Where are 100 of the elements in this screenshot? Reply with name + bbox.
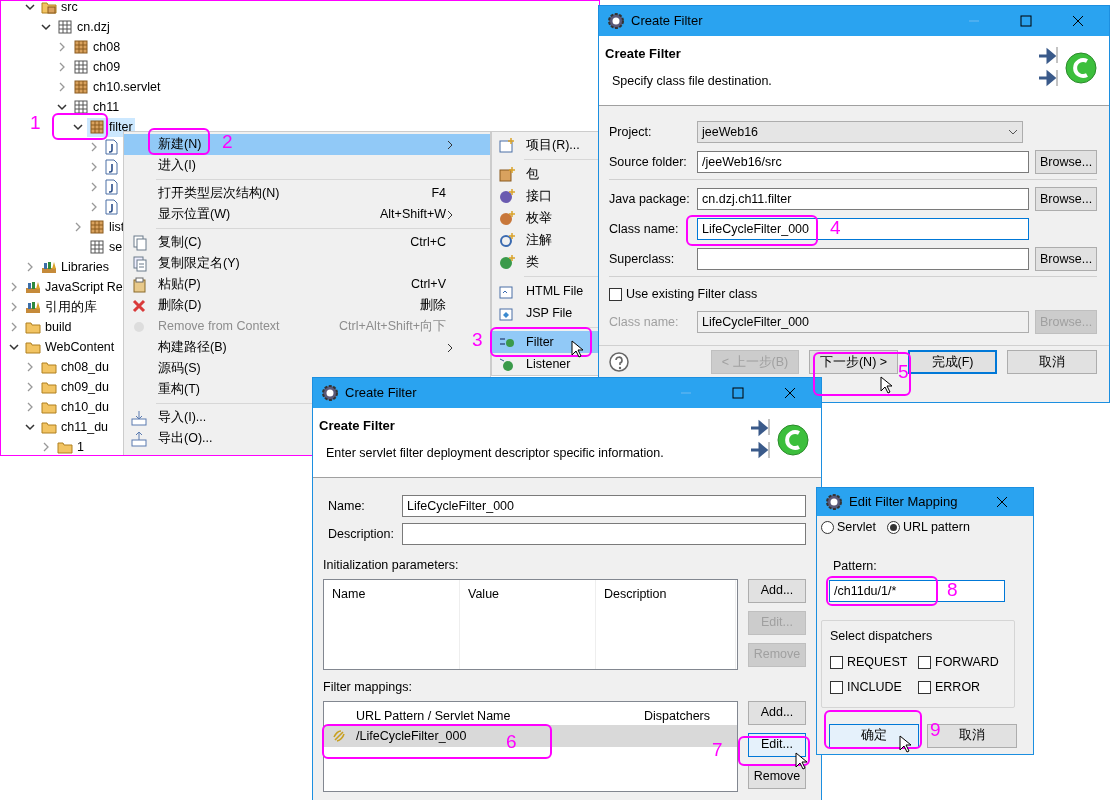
expand-chevron-icon[interactable] [89,162,99,172]
column-header: Description [604,586,667,601]
expand-chevron-icon[interactable] [9,322,19,332]
menu-item[interactable]: 复制限定名(Y) [124,253,466,274]
expand-chevron-icon[interactable] [25,262,35,272]
tree-item[interactable]: ch10.servlet [71,77,163,97]
dropdown-field[interactable]: jeeWeb16 [697,121,1023,143]
menu-item[interactable]: Listener [492,353,599,375]
collapse-chevron-icon[interactable] [41,22,51,32]
dialog-button[interactable]: Browse... [1035,150,1097,174]
menu-item[interactable]: 接口 [492,185,599,207]
tree-item[interactable]: WebContent [23,337,117,357]
menu-item[interactable]: JSP File [492,302,599,324]
column-header: Name [332,586,366,601]
tree-item[interactable]: ch08 [71,37,123,57]
menu-item[interactable]: 源码(S) [124,358,466,379]
menu-item[interactable]: 注解 [492,229,599,251]
tree-item[interactable]: ch09 [71,57,123,77]
expand-chevron-icon[interactable] [57,62,67,72]
java-file-icon[interactable] [103,159,119,175]
menu-item[interactable]: 构建路径(B) [124,337,466,358]
tree-item[interactable]: ch11_du [39,417,111,437]
dialog-button[interactable]: 下一步(N) > [809,350,898,374]
menu-item[interactable]: 复制(C) Ctrl+C [124,232,466,253]
dialog-button[interactable]: Add... [748,700,806,725]
java-file-icon[interactable] [103,199,119,215]
menu-item[interactable]: 显示位置(W) Alt+Shift+W [124,204,466,225]
column-header: Value [468,586,500,601]
expand-chevron-icon[interactable] [25,382,35,392]
radio-label: URL pattern [902,519,970,536]
dialog-button[interactable]: Browse... [1035,187,1097,211]
gear-icon [321,384,339,402]
expand-chevron-icon[interactable] [73,222,83,232]
menu-item[interactable]: 打开类型层次结构(N) F4 [124,183,466,204]
menu-item[interactable]: 项目(R)... [492,134,599,156]
checkbox[interactable] [830,680,843,694]
expand-chevron-icon[interactable] [41,442,51,452]
tree-item[interactable]: 1 [55,437,86,455]
dialog-button[interactable]: 完成(F) [908,350,997,374]
menu-item[interactable]: HTML File [492,280,599,302]
menu-item[interactable]: 类 [492,251,599,273]
tree-item[interactable]: build [23,317,74,337]
expand-chevron-icon[interactable] [89,182,99,192]
menu-item[interactable]: 删除(D) 删除 [124,295,466,316]
tree-item[interactable]: Libraries [39,257,111,277]
checkbox[interactable] [918,656,931,670]
radio-button[interactable] [821,520,834,534]
dialog-button[interactable]: Add... [748,578,806,603]
tree-item[interactable]: ch08_du [39,357,111,377]
menu-item[interactable]: 粘贴(P) Ctrl+V [124,274,466,295]
tree-item[interactable]: 引用的库 [23,297,99,317]
text-field[interactable]: LifeCycleFilter_000 [402,495,806,517]
help-icon[interactable] [609,352,629,372]
collapse-chevron-icon[interactable] [25,422,35,432]
text-field[interactable] [697,248,1029,270]
menu-item[interactable]: 进入(I) [124,155,466,176]
collapse-chevron-icon[interactable] [73,122,83,132]
table-cell-text: /LifeCycleFilter_000 [356,727,467,745]
tree-item[interactable]: list [87,217,127,237]
expand-chevron-icon[interactable] [25,402,35,412]
expand-chevron-icon[interactable] [9,282,19,292]
form-label: Project: [609,123,653,141]
expand-chevron-icon[interactable] [57,42,67,52]
tree-item[interactable]: ch11 [71,97,122,117]
tree-item[interactable]: cn.dzj [55,17,112,37]
tree-item[interactable]: src [39,1,80,17]
expand-chevron-icon[interactable] [57,82,67,92]
java-file-icon[interactable] [103,139,119,155]
dialog-button[interactable]: Remove [748,764,806,789]
dialog-button[interactable]: 确定 [829,723,919,748]
expand-chevron-icon[interactable] [9,302,19,312]
checkbox[interactable] [830,656,843,670]
folder-icon [25,339,41,355]
dialog-button[interactable]: Edit... [748,732,806,757]
tree-item[interactable]: JavaScript Re [23,277,125,297]
mouse-cursor-icon [571,340,583,358]
collapse-chevron-icon[interactable] [9,342,19,352]
menu-item[interactable]: 枚举 [492,207,599,229]
group-label: Select dispatchers [830,627,934,645]
text-field[interactable]: /jeeWeb16/src [697,151,1029,173]
menu-item[interactable]: 包 [492,163,599,185]
text-field[interactable] [402,523,806,545]
expand-chevron-icon[interactable] [89,202,99,212]
menu-item[interactable]: Filter [492,331,599,353]
tree-item[interactable]: se [87,237,125,257]
expand-chevron-icon[interactable] [25,362,35,372]
tree-item[interactable]: ch09_du [39,377,111,397]
text-field[interactable]: cn.dzj.ch11.filter [697,188,1029,210]
java-file-icon[interactable] [103,179,119,195]
new-enum-icon [499,210,515,226]
collapse-chevron-icon[interactable] [57,102,67,112]
dialog-button[interactable]: 取消 [1007,350,1097,374]
checkbox[interactable] [609,287,622,301]
tree-item[interactable]: ch10_du [39,397,111,417]
dropdown-caret-icon [1008,129,1018,135]
dialog-button[interactable]: Browse... [1035,247,1097,271]
expand-chevron-icon[interactable] [89,142,99,152]
radio-button[interactable] [886,520,900,534]
checkbox[interactable] [918,680,931,694]
collapse-chevron-icon[interactable] [25,2,35,12]
